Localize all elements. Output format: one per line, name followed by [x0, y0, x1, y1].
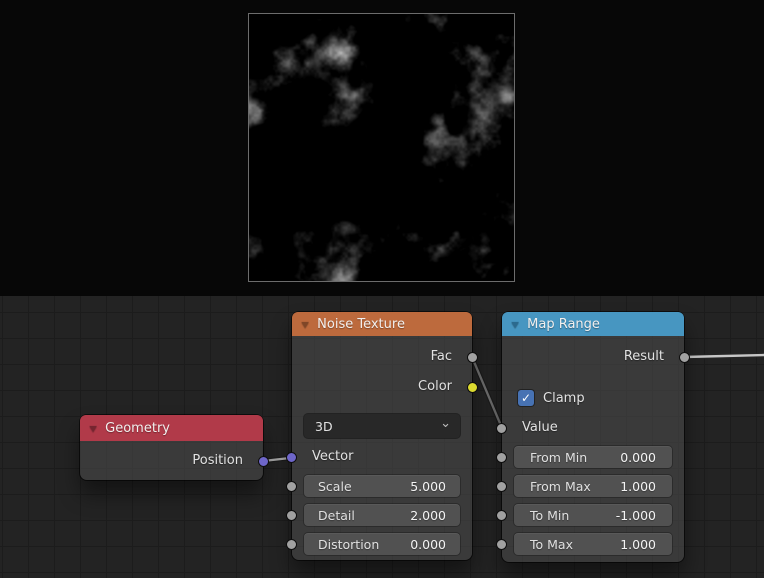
geometry-node-header[interactable]: ▼ Geometry: [80, 415, 263, 441]
detail-field[interactable]: Detail 2.000: [304, 504, 460, 526]
node-title: Map Range: [527, 317, 600, 332]
field-label: Detail: [318, 508, 355, 523]
to-min-input-socket[interactable]: [496, 510, 507, 521]
field-value: 0.000: [410, 537, 446, 552]
field-label: To Min: [530, 508, 569, 523]
color-output-label: Color: [418, 378, 452, 396]
color-output-socket[interactable]: [467, 382, 478, 393]
result-output-label: Result: [624, 348, 664, 366]
field-label: From Max: [530, 479, 591, 494]
collapse-triangle-icon[interactable]: ▼: [511, 320, 519, 329]
noise-texture-node[interactable]: ▼ Noise Texture Fac Color 3D ⌄ Vector Sc…: [292, 312, 472, 560]
node-editor-grid[interactable]: ▼ Geometry Position ▼ Noise Texture Fac …: [0, 296, 764, 578]
noise-preview-frame: [248, 13, 515, 282]
position-output-socket[interactable]: [258, 456, 269, 467]
from-min-field[interactable]: From Min 0.000: [514, 446, 672, 468]
field-value: -1.000: [616, 508, 656, 523]
to-max-input-socket[interactable]: [496, 539, 507, 550]
from-max-input-socket[interactable]: [496, 481, 507, 492]
scale-input-socket[interactable]: [286, 481, 297, 492]
dimensions-dropdown[interactable]: 3D ⌄: [304, 414, 460, 438]
clamp-label: Clamp: [543, 390, 585, 408]
field-label: From Min: [530, 450, 587, 465]
vector-input-label: Vector: [312, 448, 353, 466]
to-min-field[interactable]: To Min -1.000: [514, 504, 672, 526]
node-title: Noise Texture: [317, 317, 405, 332]
position-output-label: Position: [192, 452, 243, 470]
field-value: 1.000: [620, 537, 656, 552]
collapse-triangle-icon[interactable]: ▼: [301, 320, 309, 329]
field-label: Distortion: [318, 537, 379, 552]
node-title: Geometry: [105, 421, 170, 436]
collapse-triangle-icon[interactable]: ▼: [89, 424, 97, 433]
distortion-field[interactable]: Distortion 0.000: [304, 533, 460, 555]
field-label: Scale: [318, 479, 352, 494]
value-input-socket[interactable]: [496, 423, 507, 434]
scale-field[interactable]: Scale 5.000: [304, 475, 460, 497]
distortion-input-socket[interactable]: [286, 539, 297, 550]
noise-texture-node-header[interactable]: ▼ Noise Texture: [292, 312, 472, 336]
dropdown-value: 3D: [315, 419, 333, 434]
vector-input-socket[interactable]: [286, 452, 297, 463]
blender-window: ▼ Geometry Position ▼ Noise Texture Fac …: [0, 0, 764, 578]
geometry-node[interactable]: ▼ Geometry Position: [80, 415, 263, 480]
from-min-input-socket[interactable]: [496, 452, 507, 463]
result-output-socket[interactable]: [679, 352, 690, 363]
fac-output-label: Fac: [431, 348, 452, 366]
check-icon: ✓: [521, 391, 531, 405]
from-max-field[interactable]: From Max 1.000: [514, 475, 672, 497]
field-label: To Max: [530, 537, 573, 552]
chevron-down-icon: ⌄: [440, 419, 451, 429]
field-value: 2.000: [410, 508, 446, 523]
map-range-node-header[interactable]: ▼ Map Range: [502, 312, 684, 336]
noise-preview-canvas: [249, 14, 514, 281]
field-value: 5.000: [410, 479, 446, 494]
map-range-node[interactable]: ▼ Map Range Result ✓ Clamp Value From Mi…: [502, 312, 684, 562]
detail-input-socket[interactable]: [286, 510, 297, 521]
to-max-field[interactable]: To Max 1.000: [514, 533, 672, 555]
field-value: 1.000: [620, 479, 656, 494]
image-viewer-pane: [0, 0, 764, 296]
value-input-label: Value: [522, 419, 558, 437]
link-fac-to-value-core[interactable]: [472, 357, 502, 428]
clamp-checkbox[interactable]: ✓: [518, 390, 534, 406]
field-value: 0.000: [620, 450, 656, 465]
fac-output-socket[interactable]: [467, 352, 478, 363]
